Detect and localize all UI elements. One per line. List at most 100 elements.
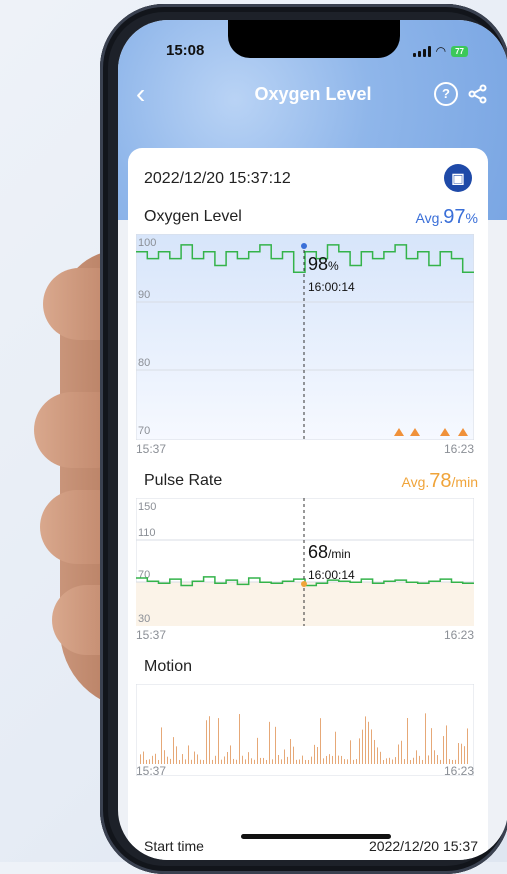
motion-title: Motion <box>144 658 193 675</box>
motion-bar <box>164 750 165 764</box>
motion-bar <box>347 759 348 764</box>
motion-bar <box>176 746 177 764</box>
motion-bar <box>230 745 231 764</box>
motion-bar <box>395 757 396 764</box>
motion-bar <box>359 738 360 764</box>
motion-bar <box>392 759 393 764</box>
motion-bar <box>443 736 444 764</box>
motion-bar <box>440 759 441 764</box>
motion-bar <box>242 755 243 764</box>
motion-bar <box>269 721 270 764</box>
motion-bar <box>218 718 219 764</box>
oxygen-average: Avg.97% <box>415 206 478 228</box>
motion-bar <box>464 746 465 764</box>
motion-bar <box>188 745 189 764</box>
y-tick: 100 <box>138 237 156 249</box>
motion-bar <box>428 755 429 764</box>
motion-bar <box>368 721 369 764</box>
oxygen-chart[interactable]: 100 90 80 70 98% 16:00:14 <box>136 234 474 440</box>
motion-bar <box>386 758 387 764</box>
motion-bar <box>410 760 411 764</box>
pulse-cursor-time: 16:00:14 <box>308 568 355 582</box>
motion-bar <box>293 746 294 764</box>
pulse-chart[interactable]: 150 110 70 30 68/min 16:00:14 <box>136 498 474 626</box>
motion-start-time: 15:37 <box>136 764 167 778</box>
motion-bar <box>332 755 333 764</box>
motion-bar <box>320 718 321 764</box>
motion-bar <box>254 759 255 764</box>
motion-bar <box>284 749 285 764</box>
motion-bar <box>185 759 186 764</box>
battery-icon: 77 <box>451 45 468 57</box>
motion-bar <box>155 753 156 764</box>
oxygen-end-time: 16:23 <box>443 442 474 456</box>
motion-bar <box>143 751 144 764</box>
pulse-title: Pulse Rate <box>144 472 223 489</box>
start-time-value: 2022/12/20 15:37 <box>369 838 478 854</box>
motion-bar <box>356 759 357 764</box>
motion-bar <box>161 727 162 764</box>
status-time: 15:08 <box>166 42 205 59</box>
motion-bar <box>350 740 351 764</box>
pulse-cursor-value: 68/min <box>308 542 351 562</box>
motion-bar <box>338 755 339 764</box>
notch <box>228 20 400 58</box>
motion-bar <box>257 737 258 764</box>
motion-bar <box>311 756 312 764</box>
motion-chart[interactable] <box>136 684 474 776</box>
signal-icon <box>412 45 431 57</box>
pulse-end-time: 16:23 <box>443 628 474 642</box>
motion-bar <box>296 759 297 764</box>
motion-bar <box>152 755 153 764</box>
motion-bar <box>371 729 372 764</box>
y-tick: 70 <box>138 425 150 437</box>
motion-bar <box>377 747 378 764</box>
motion-bar <box>245 759 246 764</box>
motion-bar <box>140 754 141 764</box>
motion-bar <box>197 754 198 764</box>
status-icons: ◠ 77 <box>412 44 468 58</box>
motion-bar <box>362 729 363 764</box>
motion-bar <box>416 750 417 764</box>
motion-bar <box>182 754 183 764</box>
motion-bar <box>203 759 204 764</box>
motion-bar <box>266 759 267 764</box>
share-icon[interactable] <box>468 84 488 104</box>
motion-bar <box>287 756 288 764</box>
motion-bar <box>221 759 222 764</box>
y-tick: 90 <box>138 289 150 301</box>
motion-bar <box>425 713 426 764</box>
motion-bar <box>323 758 324 764</box>
pulse-average: Avg.78/min <box>401 470 478 492</box>
motion-bar <box>233 758 234 764</box>
motion-bar <box>422 759 423 764</box>
start-time-row: Start time 2022/12/20 15:37 <box>144 838 478 854</box>
motion-bar <box>308 759 309 764</box>
motion-bar <box>173 737 174 764</box>
motion-bar <box>167 756 168 764</box>
motion-bar <box>206 720 207 764</box>
pulse-start-time: 15:37 <box>136 628 167 642</box>
motion-bar <box>413 757 414 764</box>
motion-bar <box>419 755 420 764</box>
motion-bar <box>389 757 390 764</box>
motion-bar <box>251 758 252 764</box>
motion-bar <box>278 754 279 764</box>
y-tick: 80 <box>138 357 150 369</box>
calendar-icon[interactable]: ▣ <box>444 164 472 192</box>
motion-bar <box>407 718 408 764</box>
motion-bar <box>281 759 282 764</box>
motion-bar <box>431 728 432 764</box>
motion-bar <box>458 743 459 764</box>
motion-bar <box>191 759 192 764</box>
oxygen-start-time: 15:37 <box>136 442 167 456</box>
help-button[interactable]: ? <box>434 82 458 106</box>
motion-bar <box>383 759 384 764</box>
motion-end-time: 16:23 <box>443 764 474 778</box>
motion-bar <box>260 757 261 764</box>
home-indicator[interactable] <box>241 834 391 839</box>
cursor-dot <box>301 581 307 587</box>
y-tick: 70 <box>138 569 150 581</box>
oxygen-cursor-value: 98% <box>308 254 339 274</box>
motion-bar <box>398 744 399 764</box>
